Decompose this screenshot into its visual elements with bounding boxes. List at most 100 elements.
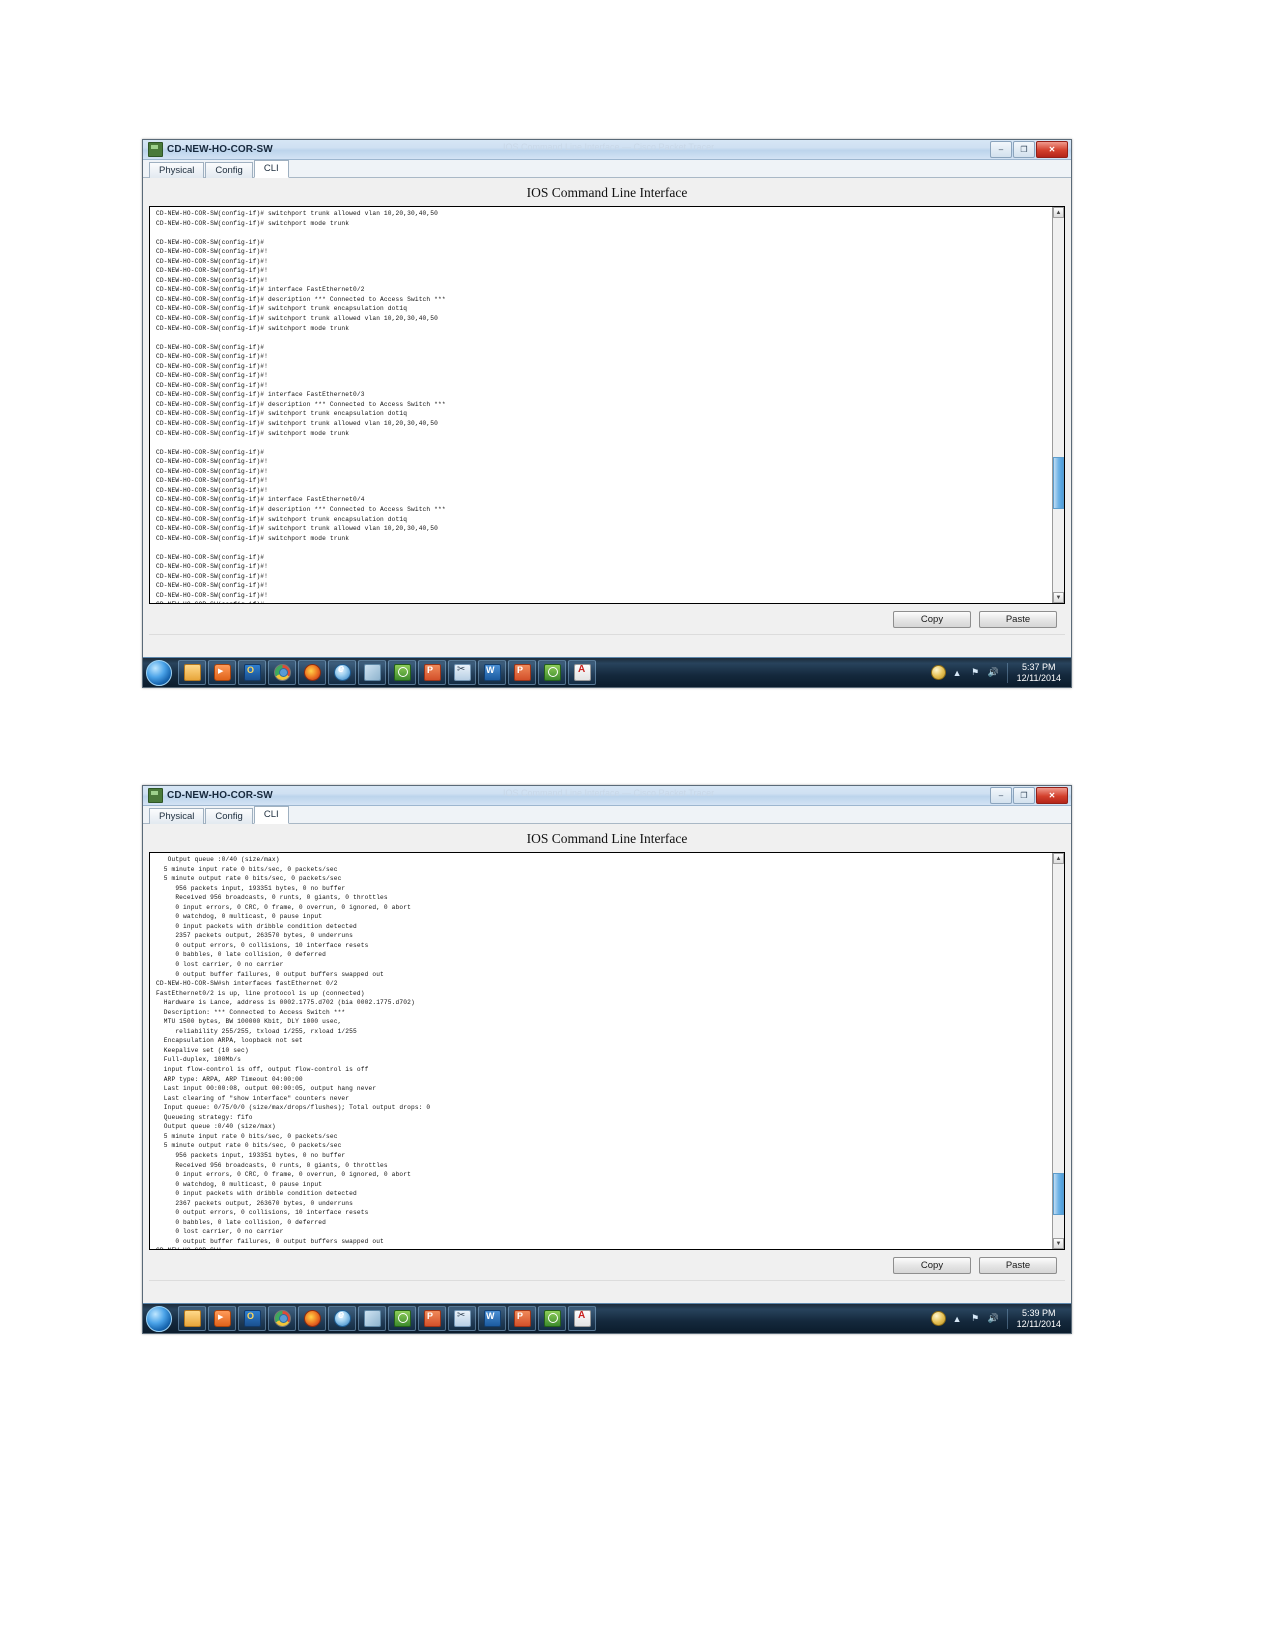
window-footer-spacer: [149, 1280, 1065, 1299]
copy-button[interactable]: Copy: [893, 1257, 971, 1274]
app-green-icon[interactable]: [538, 660, 566, 685]
minimize-button[interactable]: –: [990, 141, 1012, 158]
terminal-output[interactable]: Output queue :0/40 (size/max) 5 minute i…: [150, 853, 1052, 1249]
media-player-icon[interactable]: [208, 1306, 236, 1331]
window-controls: – ❐ ✕: [990, 787, 1069, 804]
firefox-icon[interactable]: [298, 660, 326, 685]
start-button[interactable]: [146, 659, 172, 686]
app-orange-icon[interactable]: [508, 1306, 536, 1331]
show-hidden-icons-icon[interactable]: ▲: [951, 666, 964, 679]
app-orange-icon[interactable]: [508, 660, 536, 685]
window-titlebar[interactable]: CD-NEW-HO-COR-SW IOS Command Line Interf…: [143, 786, 1071, 806]
paste-button[interactable]: Paste: [979, 1257, 1057, 1274]
media-player-icon[interactable]: [208, 660, 236, 685]
notepad-icon[interactable]: [358, 660, 386, 685]
windows-explorer-icon[interactable]: [178, 1306, 206, 1331]
volume-icon[interactable]: 🔊: [987, 666, 1000, 679]
terminal-container: Output queue :0/40 (size/max) 5 minute i…: [149, 852, 1065, 1250]
notepad-icon[interactable]: [358, 1306, 386, 1331]
firefox-icon[interactable]: [298, 1306, 326, 1331]
tray-divider: [1006, 662, 1008, 683]
minimize-button[interactable]: –: [990, 787, 1012, 804]
window-footer-spacer: [149, 634, 1065, 653]
paste-button[interactable]: Paste: [979, 611, 1057, 628]
word-icon[interactable]: [478, 660, 506, 685]
tabbar: Physical Config CLI: [143, 806, 1071, 824]
word-icon[interactable]: [478, 1306, 506, 1331]
volume-icon[interactable]: 🔊: [987, 1312, 1000, 1325]
outlook-icon[interactable]: [238, 1306, 266, 1331]
scrollbar-thumb[interactable]: [1053, 1173, 1064, 1215]
action-center-icon[interactable]: [930, 665, 946, 680]
window-controls: – ❐ ✕: [990, 141, 1069, 158]
outlook-icon[interactable]: [238, 660, 266, 685]
show-hidden-icons-icon[interactable]: ▲: [951, 1312, 964, 1325]
tab-physical[interactable]: Physical: [149, 808, 205, 824]
adobe-reader-icon[interactable]: [568, 1306, 596, 1331]
internet-explorer-icon[interactable]: [328, 660, 356, 685]
terminal-scrollbar[interactable]: ▲ ▼: [1052, 853, 1064, 1249]
packet-tracer-icon[interactable]: [388, 660, 416, 685]
internet-explorer-icon[interactable]: [328, 1306, 356, 1331]
taskbar-clock-1[interactable]: 5:37 PM 12/11/2014: [1015, 662, 1064, 684]
terminal-button-row: Copy Paste: [149, 1250, 1065, 1280]
snipping-tool-icon[interactable]: [448, 660, 476, 685]
window-title: CD-NEW-HO-COR-SW: [167, 790, 273, 801]
window-title-ghost: IOS Command Line Interface — Cisco Packe…: [503, 788, 715, 798]
network-icon[interactable]: ⚑: [969, 666, 982, 679]
packet-tracer-window-1: CD-NEW-HO-COR-SW IOS Command Line Interf…: [142, 139, 1072, 688]
copy-button[interactable]: Copy: [893, 611, 971, 628]
network-icon[interactable]: ⚑: [969, 1312, 982, 1325]
windows-explorer-icon[interactable]: [178, 660, 206, 685]
page-root: CD-NEW-HO-COR-SW IOS Command Line Interf…: [0, 0, 1275, 1650]
maximize-button[interactable]: ❐: [1013, 787, 1035, 804]
system-tray-2: ▲ ⚑ 🔊 5:39 PM 12/11/2014: [930, 1304, 1068, 1333]
tab-config[interactable]: Config: [205, 808, 253, 824]
packet-tracer-icon[interactable]: [388, 1306, 416, 1331]
tab-config[interactable]: Config: [205, 162, 253, 178]
terminal-container: CD-NEW-HO-COR-SW(config-if)# switchport …: [149, 206, 1065, 604]
scroll-down-icon[interactable]: ▼: [1053, 1238, 1064, 1249]
packet-tracer-device-icon: [148, 142, 163, 157]
close-button[interactable]: ✕: [1036, 787, 1068, 804]
tray-divider: [1006, 1308, 1008, 1329]
packet-tracer-window-2: CD-NEW-HO-COR-SW IOS Command Line Interf…: [142, 785, 1072, 1334]
taskbar-1: ▲ ⚑ 🔊 5:37 PM 12/11/2014: [143, 657, 1071, 687]
app-red-icon[interactable]: [418, 660, 446, 685]
window-title: CD-NEW-HO-COR-SW: [167, 144, 273, 155]
chrome-icon[interactable]: [268, 660, 296, 685]
close-button[interactable]: ✕: [1036, 141, 1068, 158]
terminal-button-row: Copy Paste: [149, 604, 1065, 634]
action-center-icon[interactable]: [930, 1311, 946, 1326]
scroll-up-icon[interactable]: ▲: [1053, 853, 1064, 864]
packet-tracer-device-icon: [148, 788, 163, 803]
cli-heading: IOS Command Line Interface: [526, 831, 688, 846]
window-body: IOS Command Line Interface CD-NEW-HO-COR…: [143, 178, 1071, 657]
scroll-up-icon[interactable]: ▲: [1053, 207, 1064, 218]
tab-cli[interactable]: CLI: [253, 806, 289, 824]
snipping-tool-icon[interactable]: [448, 1306, 476, 1331]
maximize-button[interactable]: ❐: [1013, 141, 1035, 158]
chrome-icon[interactable]: [268, 1306, 296, 1331]
app-red-icon[interactable]: [418, 1306, 446, 1331]
terminal-output[interactable]: CD-NEW-HO-COR-SW(config-if)# switchport …: [150, 207, 1052, 603]
scrollbar-thumb[interactable]: [1053, 457, 1064, 509]
start-button[interactable]: [146, 1305, 172, 1332]
adobe-reader-icon[interactable]: [568, 660, 596, 685]
window-body: IOS Command Line Interface Output queue …: [143, 824, 1071, 1303]
app-green-icon[interactable]: [538, 1306, 566, 1331]
window-titlebar[interactable]: CD-NEW-HO-COR-SW IOS Command Line Interf…: [143, 140, 1071, 160]
tab-physical[interactable]: Physical: [149, 162, 205, 178]
taskbar-clock-2[interactable]: 5:39 PM 12/11/2014: [1015, 1308, 1064, 1330]
system-tray-1: ▲ ⚑ 🔊 5:37 PM 12/11/2014: [930, 658, 1068, 687]
clock-date: 12/11/2014: [1016, 1318, 1061, 1329]
cli-heading: IOS Command Line Interface: [526, 185, 688, 200]
taskbar-2: ▲ ⚑ 🔊 5:39 PM 12/11/2014: [143, 1303, 1071, 1333]
scroll-down-icon[interactable]: ▼: [1053, 592, 1064, 603]
clock-time: 5:39 PM: [1022, 1307, 1056, 1318]
tab-cli[interactable]: CLI: [253, 160, 289, 178]
clock-time: 5:37 PM: [1022, 661, 1056, 672]
clock-date: 12/11/2014: [1016, 672, 1061, 683]
terminal-scrollbar[interactable]: ▲ ▼: [1052, 207, 1064, 603]
window-title-ghost: IOS Command Line Interface — Cisco Packe…: [503, 142, 715, 152]
